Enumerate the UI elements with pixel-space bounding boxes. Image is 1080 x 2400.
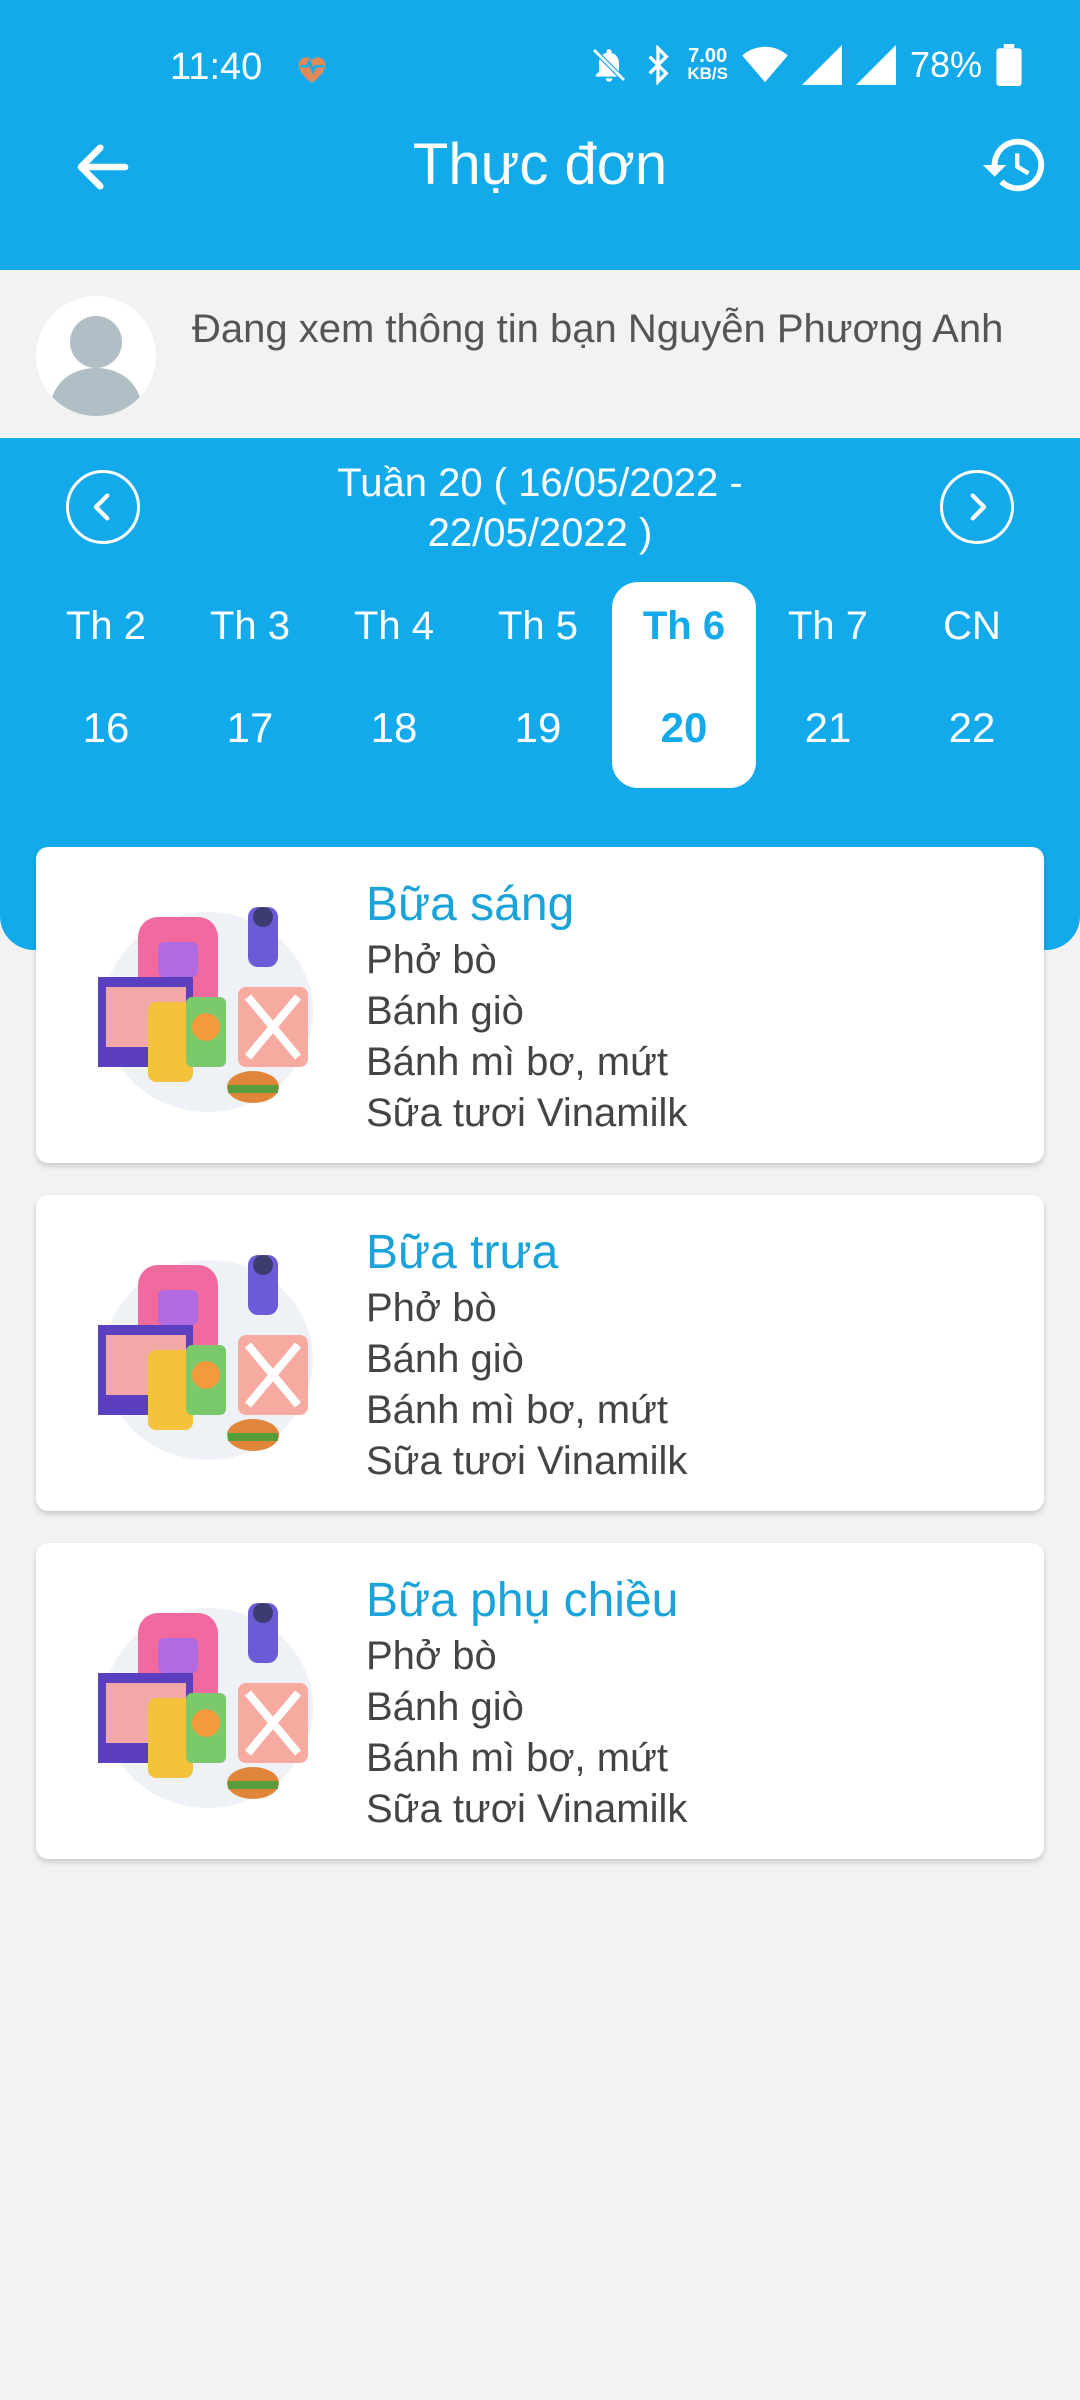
day-th2[interactable]: Th 2 16 xyxy=(34,588,178,794)
page-title: Thực đơn xyxy=(412,132,668,197)
meal-card-breakfast[interactable]: Bữa sáng Phở bò Bánh giò Bánh mì bơ, mứt… xyxy=(36,847,1044,1163)
signal-icon-2 xyxy=(855,45,896,85)
day-date: 16 xyxy=(82,704,130,751)
meal-title: Bữa sáng xyxy=(366,878,575,931)
signal-icon-1 xyxy=(801,45,842,85)
history-icon[interactable] xyxy=(980,130,1050,200)
meal-info: Bữa phụ chiều Phở bò Bánh giò Bánh mì bơ… xyxy=(366,1571,687,1835)
day-name: Th 3 xyxy=(209,604,291,648)
meal-item: Bánh giò xyxy=(366,1685,524,1729)
day-name: CN xyxy=(943,604,1001,648)
user-avatar-icon xyxy=(36,296,156,416)
meal-item: Phở bò xyxy=(366,938,497,982)
student-info-bar: Đang xem thông tin bạn Nguyễn Phương Anh xyxy=(0,270,1080,438)
battery-icon xyxy=(996,44,1022,86)
next-week-button[interactable] xyxy=(940,470,1014,544)
day-date: 19 xyxy=(514,704,562,751)
day-date: 22 xyxy=(948,704,996,751)
week-label: Tuần 20 ( 16/05/2022 - 22/05/2022 ) xyxy=(337,461,743,555)
meal-item: Phở bò xyxy=(366,1286,497,1330)
meal-item: Bánh mì bơ, mứt xyxy=(366,1040,668,1084)
meal-info: Bữa sáng Phở bò Bánh giò Bánh mì bơ, mứt… xyxy=(366,875,687,1139)
battery-percent: 78% xyxy=(909,44,982,85)
wifi-icon xyxy=(742,46,788,83)
meal-item: Sữa tươi Vinamilk xyxy=(366,1091,688,1135)
previous-week-button[interactable] xyxy=(66,470,140,544)
meal-title: Bữa trưa xyxy=(366,1226,559,1279)
notifications-off-icon xyxy=(592,48,627,82)
day-date: 17 xyxy=(226,704,274,751)
day-cn[interactable]: CN 22 xyxy=(900,588,1044,794)
day-name: Th 5 xyxy=(497,604,579,648)
meal-item: Sữa tươi Vinamilk xyxy=(366,1439,688,1483)
meal-item: Bánh mì bơ, mứt xyxy=(366,1388,668,1432)
day-name: Th 4 xyxy=(353,604,435,648)
meal-title: Bữa phụ chiều xyxy=(366,1574,679,1627)
day-th4[interactable]: Th 4 18 xyxy=(322,588,466,794)
day-date: 21 xyxy=(804,704,852,751)
app-bar: Thực đơn xyxy=(0,130,1080,270)
day-date: 18 xyxy=(370,704,418,751)
meal-item: Bánh mì bơ, mứt xyxy=(366,1736,668,1780)
day-th5[interactable]: Th 5 19 xyxy=(466,588,610,794)
day-th6[interactable]: Th 6 20 xyxy=(612,582,756,788)
status-time: 11:40 xyxy=(170,46,263,88)
day-selector: Th 2 16 Th 3 17 Th 4 18 Th 5 19 Th 6 20 … xyxy=(0,582,1080,798)
day-date: 20 xyxy=(660,704,708,751)
chevron-left-icon xyxy=(93,493,110,521)
student-viewing-text: Đang xem thông tin bạn Nguyễn Phương Anh xyxy=(192,307,1004,351)
day-name: Th 2 xyxy=(65,604,147,648)
meal-item: Bánh giò xyxy=(366,989,524,1033)
day-name: Th 7 xyxy=(787,604,869,648)
meal-item: Sữa tươi Vinamilk xyxy=(366,1787,688,1831)
status-icons: 7.00 KB/S 78% xyxy=(589,42,1022,88)
status-bar: 11:40 7.00 KB/S 78% xyxy=(0,0,1080,130)
network-speed-unit: KB/S xyxy=(687,64,728,83)
meal-card-afternoon-snack[interactable]: Bữa phụ chiều Phở bò Bánh giò Bánh mì bơ… xyxy=(36,1543,1044,1859)
bluetooth-icon xyxy=(648,45,670,85)
day-th7[interactable]: Th 7 21 xyxy=(756,588,900,794)
network-speed-value: 7.00 xyxy=(688,45,728,67)
meal-item: Bánh giò xyxy=(366,1337,524,1381)
day-name: Th 6 xyxy=(642,604,726,648)
lunchbox-illustration-icon xyxy=(98,1255,313,1460)
network-speed: 7.00 KB/S xyxy=(687,45,728,83)
day-th3[interactable]: Th 3 17 xyxy=(178,588,322,794)
meal-info: Bữa trưa Phở bò Bánh giò Bánh mì bơ, mứt… xyxy=(366,1223,687,1487)
avatar xyxy=(36,296,156,416)
lunchbox-illustration-icon xyxy=(98,907,313,1112)
chevron-right-icon xyxy=(970,493,987,521)
health-heart-icon xyxy=(298,57,326,83)
meal-item: Phở bò xyxy=(366,1634,497,1678)
lunchbox-illustration-icon xyxy=(98,1603,313,1808)
meal-card-lunch[interactable]: Bữa trưa Phở bò Bánh giò Bánh mì bơ, mứt… xyxy=(36,1195,1044,1511)
